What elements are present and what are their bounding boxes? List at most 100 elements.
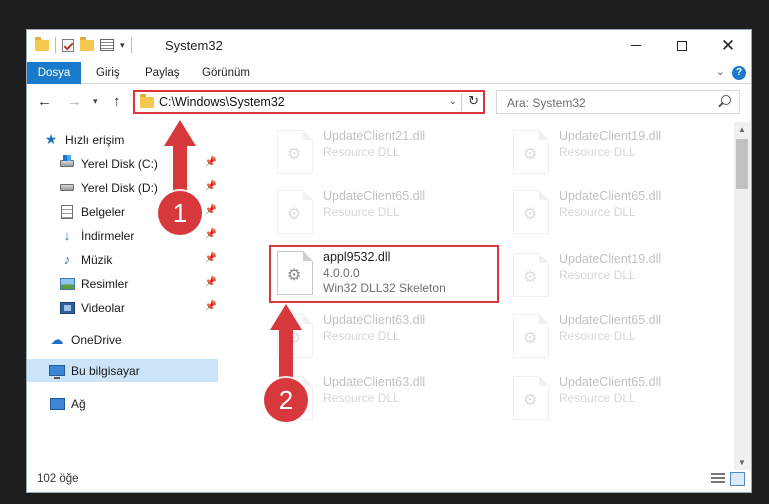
- search-box[interactable]: Ara: System32: [496, 90, 740, 114]
- file-description: Resource DLL: [559, 205, 636, 219]
- file-description: Resource DLL: [559, 268, 636, 282]
- sidebar-item-label: Ağ: [71, 396, 86, 411]
- tab-share[interactable]: Paylaş: [145, 62, 180, 84]
- list-item[interactable]: ⚙ UpdateClient19.dll Resource DLL: [505, 124, 735, 182]
- file-description: Win32 DLL32 Skeleton: [323, 281, 446, 295]
- cloud-icon: ☁: [50, 331, 64, 347]
- sidebar-item-network[interactable]: Ağ: [49, 392, 219, 415]
- arrow-up-icon: [270, 304, 302, 330]
- customize-icon[interactable]: [100, 39, 114, 51]
- file-description: Resource DLL: [323, 391, 400, 405]
- tab-file[interactable]: Dosya: [27, 62, 81, 84]
- file-description: Resource DLL: [559, 329, 636, 343]
- dll-file-icon: ⚙: [277, 130, 313, 174]
- back-button[interactable]: ←: [37, 93, 52, 110]
- recent-locations-icon[interactable]: ▾: [93, 96, 98, 107]
- sidebar-item-label: Resimler: [81, 276, 129, 291]
- scroll-up-icon[interactable]: ▲: [738, 125, 746, 134]
- step-2-badge: 2: [264, 378, 308, 422]
- pin-icon[interactable]: 📌: [205, 181, 217, 192]
- address-bar[interactable]: C:\Windows\System32 ⌄ ↻: [133, 90, 485, 114]
- list-item[interactable]: ⚙ UpdateClient21.dll Resource DLL: [269, 124, 499, 182]
- list-item[interactable]: ⚙ UpdateClient19.dll Resource DLL: [505, 247, 735, 305]
- list-item[interactable]: ⚙ UpdateClient65.dll Resource DLL: [505, 308, 735, 366]
- scroll-down-icon[interactable]: ▼: [738, 458, 746, 467]
- item-count: 102 öğe: [37, 473, 79, 485]
- file-name: UpdateClient19.dll: [559, 252, 662, 266]
- vertical-scrollbar[interactable]: ▲ ▼: [734, 122, 751, 470]
- folder-icon: [35, 36, 49, 51]
- pin-icon[interactable]: 📌: [205, 301, 217, 312]
- details-view-icon[interactable]: [711, 473, 725, 485]
- sidebar-item-videos[interactable]: Videolar 📌: [59, 296, 219, 319]
- file-name: UpdateClient65.dll: [559, 189, 662, 203]
- file-name: UpdateClient21.dll: [323, 129, 426, 143]
- arrow-shaft: [279, 328, 293, 380]
- pin-icon[interactable]: 📌: [205, 205, 217, 216]
- scrollbar-thumb[interactable]: [736, 139, 748, 189]
- address-path[interactable]: C:\Windows\System32: [159, 95, 285, 109]
- large-icons-view-icon[interactable]: [730, 472, 745, 486]
- file-list: ⚙ UpdateClient21.dll Resource DLL ⚙ Upda…: [241, 122, 735, 462]
- step-1-badge: 1: [158, 191, 202, 235]
- file-name: UpdateClient19.dll: [559, 129, 662, 143]
- new-folder-icon[interactable]: [80, 36, 94, 51]
- sidebar-item-local-disk-d[interactable]: Yerel Disk (D:) 📌: [59, 176, 219, 199]
- minimize-button[interactable]: [613, 30, 659, 61]
- refresh-icon[interactable]: ↻: [468, 93, 479, 109]
- dll-file-icon: ⚙: [277, 190, 313, 234]
- file-description: Resource DLL: [323, 329, 400, 343]
- divider: [55, 37, 56, 53]
- qat-dropdown-icon[interactable]: ▾: [120, 40, 125, 51]
- sidebar-item-pictures[interactable]: Resimler 📌: [59, 272, 219, 295]
- sidebar-item-quick-access[interactable]: ★ Hızlı erişim: [43, 128, 235, 151]
- list-item[interactable]: ⚙ UpdateClient65.dll Resource DLL: [269, 184, 499, 242]
- sidebar-item-this-pc[interactable]: Bu bilgisayar: [27, 359, 218, 382]
- list-item[interactable]: ⚙ UpdateClient63.dll Resource DLL: [269, 308, 499, 366]
- forward-button[interactable]: →: [67, 93, 82, 110]
- list-item[interactable]: ⚙ UpdateClient65.dll Resource DLL: [505, 370, 735, 428]
- gear-icon: ⚙: [287, 267, 302, 284]
- computer-icon: [49, 363, 65, 379]
- up-button[interactable]: ↑: [113, 93, 121, 110]
- gear-icon: ⚙: [523, 269, 538, 286]
- maximize-button[interactable]: [659, 30, 705, 61]
- sidebar-item-local-disk-c[interactable]: Yerel Disk (C:) 📌: [59, 152, 219, 175]
- sidebar-item-label: Yerel Disk (D:): [81, 180, 158, 195]
- search-icon[interactable]: [721, 95, 731, 105]
- tab-view[interactable]: Görünüm: [202, 62, 250, 84]
- close-button[interactable]: ✕: [705, 30, 751, 61]
- help-icon[interactable]: ?: [732, 66, 746, 80]
- file-description: Resource DLL: [323, 205, 400, 219]
- arrow-up-icon: [164, 120, 196, 146]
- expand-ribbon-icon[interactable]: ⌄: [716, 65, 725, 78]
- file-name: UpdateClient63.dll: [323, 313, 426, 327]
- sidebar-item-label: Videolar: [81, 300, 125, 315]
- network-icon: [49, 396, 65, 412]
- list-item-selected[interactable]: ⚙ appl9532.dll 4.0.0.0 Win32 DLL32 Skele…: [269, 245, 499, 303]
- folder-icon: [140, 94, 154, 108]
- sidebar-item-label: Müzik: [81, 252, 113, 267]
- list-item[interactable]: ⚙ UpdateClient65.dll Resource DLL: [505, 184, 735, 242]
- search-input[interactable]: Ara: System32: [507, 96, 586, 110]
- downloads-icon: ↓: [63, 228, 71, 243]
- star-icon: ★: [44, 131, 58, 147]
- file-version: 4.0.0.0: [323, 266, 360, 280]
- ribbon: Dosya Giriş Paylaş Görünüm ⌄ ?: [27, 62, 751, 84]
- sidebar-item-label: Belgeler: [81, 204, 126, 219]
- tab-home[interactable]: Giriş: [96, 62, 120, 84]
- chevron-down-icon[interactable]: ⌄: [449, 96, 457, 107]
- sidebar-item-onedrive[interactable]: ☁ OneDrive: [49, 328, 219, 351]
- quick-access-toolbar: ▾: [35, 36, 132, 53]
- properties-check-icon[interactable]: [62, 38, 74, 52]
- pin-icon[interactable]: 📌: [205, 253, 217, 264]
- sidebar-item-label: OneDrive: [71, 332, 122, 347]
- pin-icon[interactable]: 📌: [205, 229, 217, 240]
- sidebar-item-music[interactable]: ♪ Müzik 📌: [59, 248, 219, 271]
- sidebar-item-label: Yerel Disk (C:): [81, 156, 158, 171]
- pin-icon[interactable]: 📌: [205, 277, 217, 288]
- navigation-pane: ★ Hızlı erişim Yerel Disk (C:) 📌 Yerel D…: [27, 122, 227, 462]
- dll-file-icon: ⚙: [513, 376, 549, 420]
- navigation-bar: ← → ▾ ↑ C:\Windows\System32 ⌄ ↻ Ara: Sys…: [27, 88, 751, 118]
- pin-icon[interactable]: 📌: [205, 157, 217, 168]
